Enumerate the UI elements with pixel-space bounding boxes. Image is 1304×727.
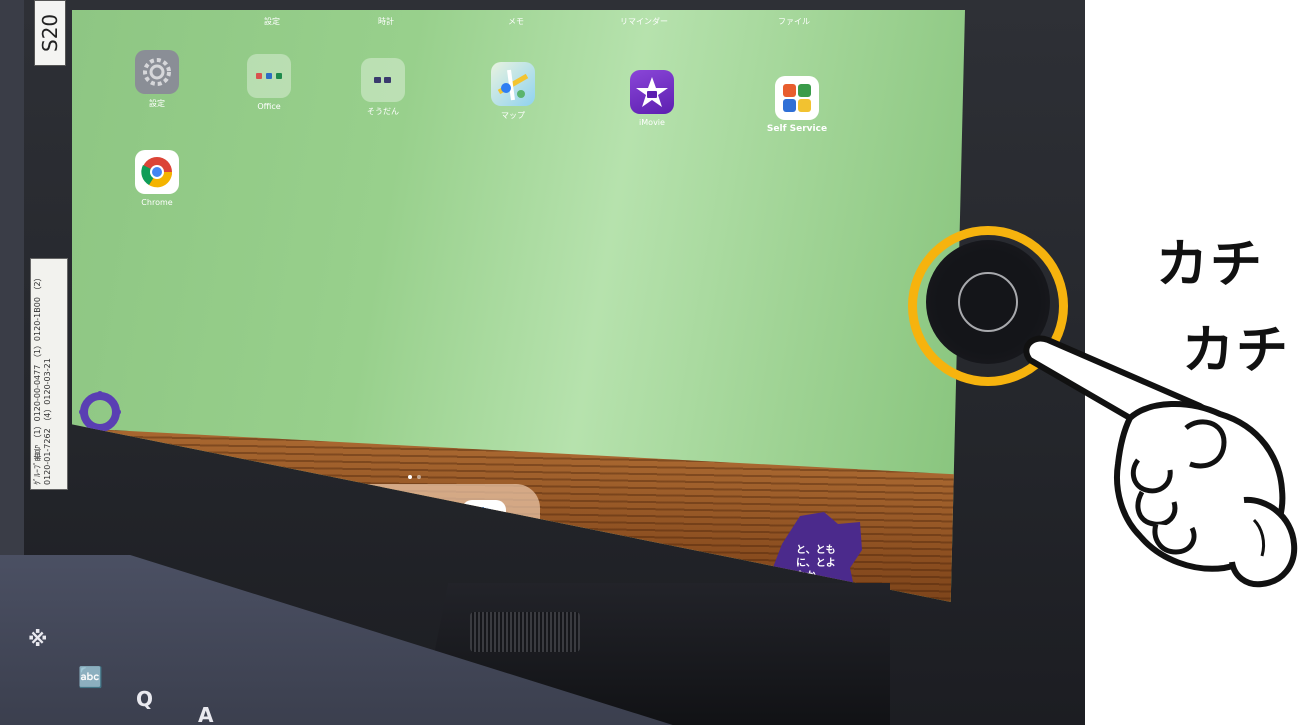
app-dock — [294, 484, 540, 562]
consult-folder-icon — [361, 58, 405, 102]
settings-gear-icon — [135, 50, 179, 94]
swimmer-app-icon[interactable] — [394, 500, 438, 544]
keyboard-key[interactable]: A — [198, 703, 213, 725]
city-name: 豊中市 Toyonaka City — [76, 454, 125, 483]
pointing-hand-icon — [1010, 330, 1302, 592]
speaker-grille — [470, 612, 580, 652]
city-name-jp: 豊中市 — [76, 456, 122, 474]
app-label: Chrome — [141, 198, 173, 207]
toyonaka-city-logo-icon — [78, 390, 122, 434]
safari-compass-icon[interactable] — [326, 500, 370, 544]
page-indicator[interactable] — [408, 464, 428, 479]
keyboard-key[interactable]: Q — [136, 687, 153, 711]
office-folder-icon — [247, 54, 291, 98]
app-label: Self Service — [766, 124, 828, 134]
app-label: そうだん — [367, 107, 399, 116]
top-label-settings[interactable]: 設定 — [264, 16, 280, 27]
page-dot — [417, 475, 421, 479]
app-chrome[interactable]: Chrome — [122, 150, 192, 207]
city-name-en: Toyonaka City — [76, 475, 125, 483]
self-service-icon — [775, 76, 819, 120]
top-label-reminders[interactable]: リマインダー — [620, 16, 668, 27]
ipad-home-screen: 設定 時計 メモ リマインダー ファイル 設定 Office そうだん マップ … — [72, 10, 965, 602]
app-office-folder[interactable]: Office — [234, 54, 304, 111]
asset-sticker-side: ｸﾞﾙｰﾌﾟ番号 （1）0120-00-0477 （1）0120-1B00 （2… — [30, 258, 68, 490]
app-imovie[interactable]: iMovie — [617, 70, 687, 127]
imovie-star-icon — [630, 70, 674, 114]
mascot-text: と、ともに、とよなか — [796, 545, 836, 582]
app-label: Office — [257, 102, 281, 111]
page-dot-active — [408, 475, 412, 479]
app-settings[interactable]: 設定 — [122, 50, 192, 109]
ipad-device: S20 ｸﾞﾙｰﾌﾟ番号 （1）0120-00-0477 （1）0120-1B0… — [0, 0, 1085, 725]
app-label: 設定 — [149, 99, 165, 108]
app-label: iMovie — [639, 118, 665, 127]
asset-sticker-top: S20 — [34, 0, 66, 66]
app-label: マップ — [501, 111, 525, 120]
keyboard-key[interactable]: ※ — [28, 627, 47, 651]
top-label-files[interactable]: ファイル — [778, 16, 810, 27]
maps-icon — [491, 62, 535, 106]
top-label-notes[interactable]: メモ — [508, 16, 524, 27]
app-consult-folder[interactable]: そうだん — [348, 58, 418, 117]
chrome-icon — [135, 150, 179, 194]
app-maps[interactable]: マップ — [478, 62, 548, 121]
top-row-labels: 設定 時計 メモ リマインダー ファイル — [72, 10, 965, 32]
click-sound-text-1: カチ — [1156, 235, 1265, 295]
lifebuoy-icon[interactable] — [462, 500, 506, 544]
top-label-clock[interactable]: 時計 — [378, 16, 394, 27]
keyboard-key[interactable]: 🔤 — [78, 665, 103, 689]
app-self-service[interactable]: Self Service — [762, 76, 832, 134]
